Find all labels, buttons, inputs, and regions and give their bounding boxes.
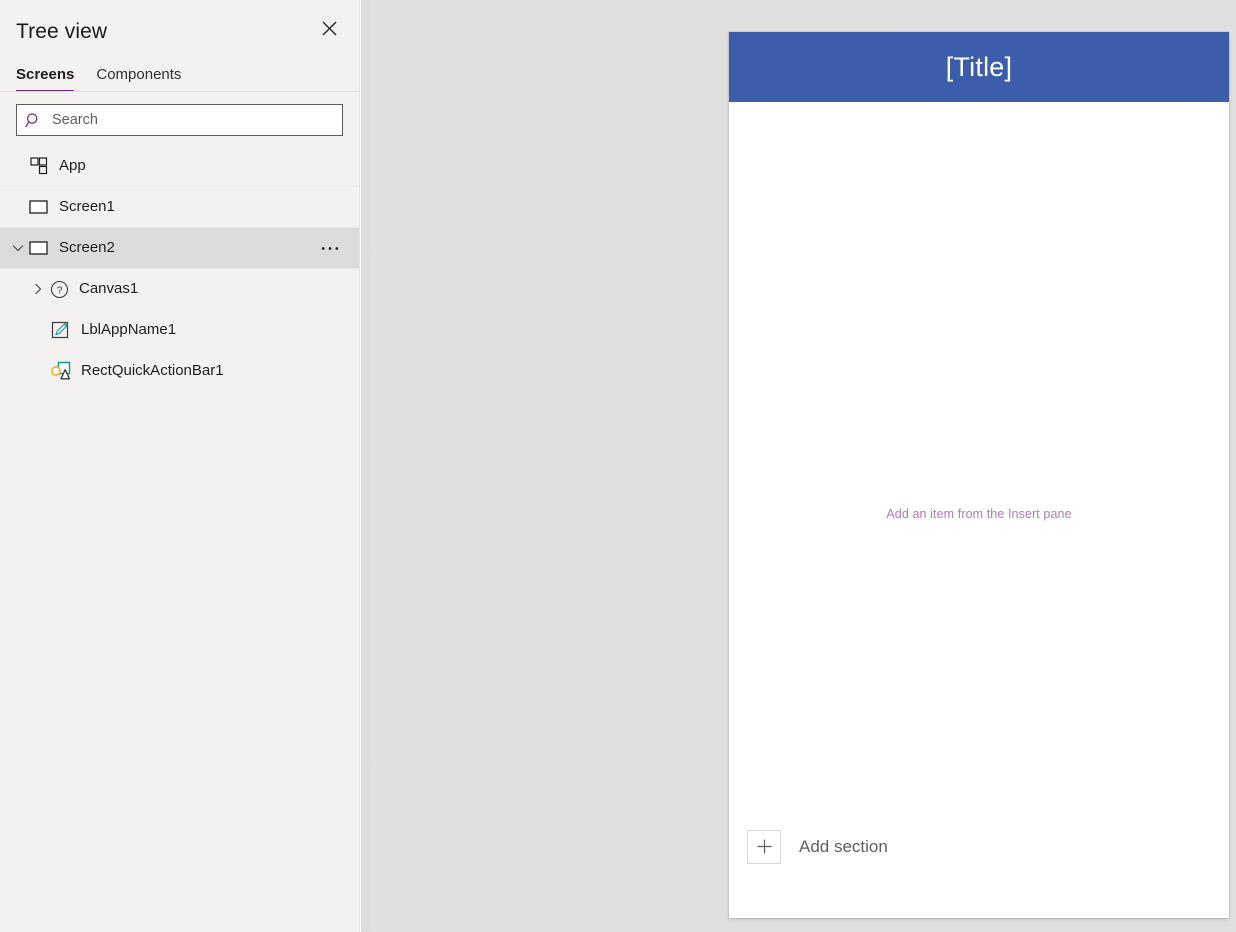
tree-item-screen1[interactable]: Screen1 [0, 187, 359, 228]
search-container [0, 92, 359, 146]
search-icon [25, 112, 42, 129]
tree-item-label: RectQuickActionBar1 [81, 362, 224, 379]
tab-bar-divider [0, 91, 359, 92]
question-circle-icon: ? [48, 278, 70, 300]
app-grid-icon [28, 155, 50, 177]
tree-item-screen2[interactable]: Screen2 [0, 228, 359, 269]
chevron-down-icon[interactable] [8, 238, 28, 258]
screens-tree-list: App Screen1 Screen2 ? Canvas1 LblAppName… [0, 146, 359, 392]
screen-body[interactable]: Add an item from the Insert pane Add sec… [729, 102, 1229, 886]
label-pencil-icon [50, 319, 72, 341]
shapes-icon [50, 360, 72, 382]
close-icon [322, 21, 336, 35]
close-panel-button[interactable] [313, 12, 345, 44]
tree-view-header: Tree view [0, 0, 359, 60]
tree-item-label: LblAppName1 [81, 321, 177, 338]
tree-item-label: App [59, 157, 86, 174]
tree-item-app[interactable]: App [0, 146, 359, 187]
plus-icon [757, 839, 771, 854]
chevron-right-icon[interactable] [28, 279, 48, 299]
add-section-row[interactable]: Add section [729, 807, 1229, 886]
tree-item-label: Canvas1 [79, 280, 139, 297]
svg-text:?: ? [56, 284, 62, 296]
screen-rect-icon [28, 237, 50, 259]
canvas-empty-placeholder: Add an item from the Insert pane [886, 507, 1072, 521]
screen-rect-icon [28, 196, 50, 218]
tree-item-lblappname1[interactable]: LblAppName1 [0, 310, 359, 351]
screen-title-bar[interactable]: [Title] [729, 32, 1229, 102]
tree-item-label: Screen2 [59, 239, 115, 256]
page-title: Tree view [16, 20, 108, 43]
tree-item-label: Screen1 [59, 198, 115, 215]
search-input[interactable] [52, 105, 334, 135]
tab-components[interactable]: Components [96, 65, 181, 92]
tab-screens[interactable]: Screens [16, 65, 75, 92]
add-section-button[interactable] [747, 829, 781, 864]
search-box[interactable] [16, 104, 343, 136]
tab-bar: Screens Components [0, 60, 359, 92]
ellipsis-icon[interactable] [315, 235, 345, 261]
tree-view-panel: Tree view Screens Components Search App … [0, 0, 360, 932]
power-apps-tree-view-screen: Tree view Screens Components Search App … [0, 0, 1236, 932]
add-section-label: Add section [799, 836, 888, 856]
tree-item-rectquickactionbar1[interactable]: RectQuickActionBar1 [0, 351, 359, 392]
tree-item-canvas1[interactable]: ? Canvas1 [0, 269, 359, 310]
screen-preview[interactable]: [Title] Add an item from the Insert pane… [729, 32, 1229, 918]
canvas-workspace: [Title] Add an item from the Insert pane… [361, 0, 1236, 932]
screen-title-label: [Title] [945, 52, 1013, 82]
